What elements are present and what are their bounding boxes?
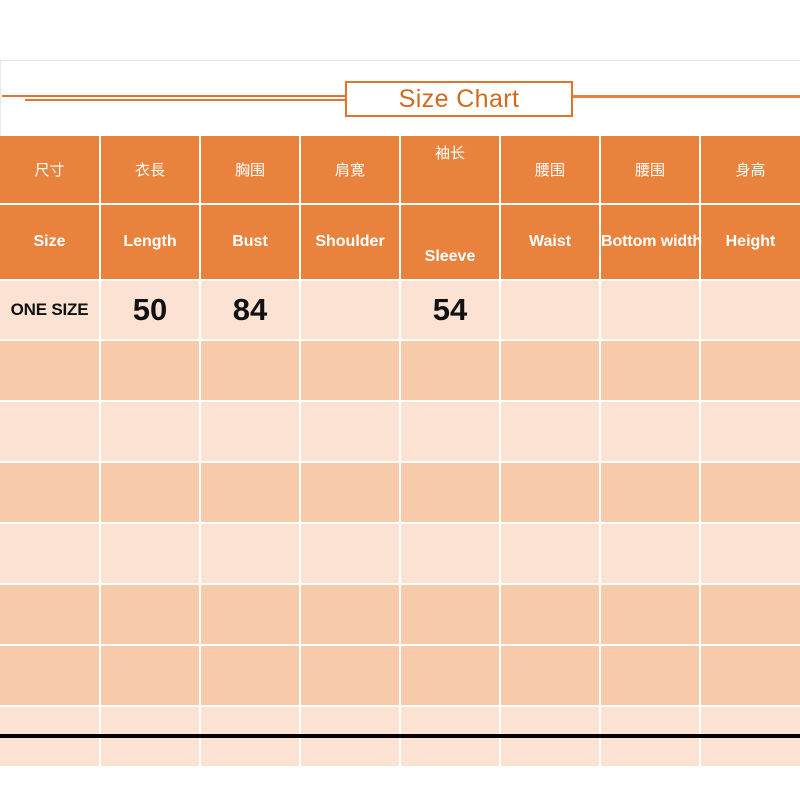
cell-empty <box>600 340 701 402</box>
header-en-bust: Bust <box>200 204 301 281</box>
cell-empty <box>200 401 301 463</box>
cell-bottom-width <box>600 280 701 341</box>
header-en-shoulder: Shoulder <box>300 204 401 281</box>
title-rule-right <box>572 95 800 98</box>
cell-empty <box>700 340 800 402</box>
cell-empty <box>0 462 101 524</box>
cell-empty <box>400 523 501 585</box>
cell-empty <box>200 645 301 707</box>
cell-bust: 84 <box>200 280 301 341</box>
cell-empty <box>300 401 401 463</box>
cell-empty <box>400 462 501 524</box>
header-en-bottomwidth: Bottom width <box>600 204 702 281</box>
table-row <box>0 584 800 646</box>
table-row <box>0 645 800 707</box>
title-rule-left-lower <box>25 99 346 101</box>
header-en-size: Size <box>0 204 101 281</box>
header-en-sleeve: Sleeve <box>400 204 501 281</box>
cell-empty <box>100 645 201 707</box>
cell-empty <box>500 462 601 524</box>
header-cn-length: 衣長 <box>100 136 201 205</box>
cell-empty <box>0 645 101 707</box>
cell-waist <box>500 280 601 341</box>
cell-empty <box>700 401 800 463</box>
header-en-height: Height <box>700 204 800 281</box>
header-cn-waist: 腰围 <box>500 136 601 205</box>
cell-empty <box>200 584 301 646</box>
header-cn-size: 尺寸 <box>0 136 101 205</box>
table-row <box>0 401 800 463</box>
table-row <box>0 340 800 402</box>
header-cn-sleeve: 袖长 <box>400 136 501 205</box>
cell-empty <box>500 523 601 585</box>
cell-empty <box>300 340 401 402</box>
table-row <box>0 462 800 524</box>
header-en-length: Length <box>100 204 201 281</box>
cell-empty <box>500 584 601 646</box>
cell-empty <box>600 401 701 463</box>
title-rule-left-upper <box>2 95 346 97</box>
header-cn-shoulder: 肩寛 <box>300 136 401 205</box>
cell-empty <box>400 645 501 707</box>
cell-empty <box>300 523 401 585</box>
cell-empty <box>500 401 601 463</box>
cell-empty <box>300 462 401 524</box>
cell-empty <box>700 462 800 524</box>
cell-empty <box>0 401 101 463</box>
cell-empty <box>300 584 401 646</box>
table-header-row-cn: 尺寸 衣長 胸围 肩寛 袖长 腰围 腰围 身高 <box>0 136 800 205</box>
table-header-row-en: Size Length Bust Shoulder Sleeve Waist B… <box>0 204 800 281</box>
cell-empty <box>100 401 201 463</box>
header-cn-bottomwidth: 腰围 <box>600 136 701 205</box>
cell-empty <box>600 584 701 646</box>
cell-empty <box>400 584 501 646</box>
cell-empty <box>400 401 501 463</box>
cell-empty <box>100 340 201 402</box>
cell-size-name: ONE SIZE <box>0 280 101 341</box>
cell-empty <box>0 584 101 646</box>
cell-empty <box>200 462 301 524</box>
cell-empty <box>500 340 601 402</box>
cell-empty <box>700 645 800 707</box>
cell-empty <box>600 645 701 707</box>
table-row <box>0 523 800 585</box>
cell-empty <box>600 523 701 585</box>
cell-height <box>700 280 800 341</box>
cell-sleeve: 54 <box>400 280 501 341</box>
cell-empty <box>700 584 800 646</box>
cell-empty <box>100 523 201 585</box>
bottom-rule <box>0 734 800 738</box>
cell-empty <box>400 340 501 402</box>
cell-length: 50 <box>100 280 201 341</box>
header-en-waist: Waist <box>500 204 601 281</box>
cell-empty <box>700 523 800 585</box>
size-chart-table: 尺寸 衣長 胸围 肩寛 袖长 腰围 腰围 身高 Size Length Bust… <box>0 136 800 766</box>
cell-empty <box>500 645 601 707</box>
cell-empty <box>200 523 301 585</box>
cell-empty <box>100 584 201 646</box>
cell-empty <box>200 340 301 402</box>
header-cn-height: 身高 <box>700 136 800 205</box>
title-box: Size Chart <box>345 81 573 117</box>
page-title: Size Chart <box>398 84 520 113</box>
cell-empty <box>0 523 101 585</box>
title-band: Size Chart <box>0 78 800 122</box>
table-row: ONE SIZE 50 84 54 <box>0 280 800 341</box>
cell-empty <box>600 462 701 524</box>
size-chart-page: Size Chart 尺寸 衣長 胸围 肩寛 袖长 腰围 腰围 身高 Size … <box>0 0 800 800</box>
cell-empty <box>100 462 201 524</box>
cell-shoulder <box>300 280 401 341</box>
cell-empty <box>300 645 401 707</box>
cell-empty <box>0 340 101 402</box>
header-cn-bust: 胸围 <box>200 136 301 205</box>
